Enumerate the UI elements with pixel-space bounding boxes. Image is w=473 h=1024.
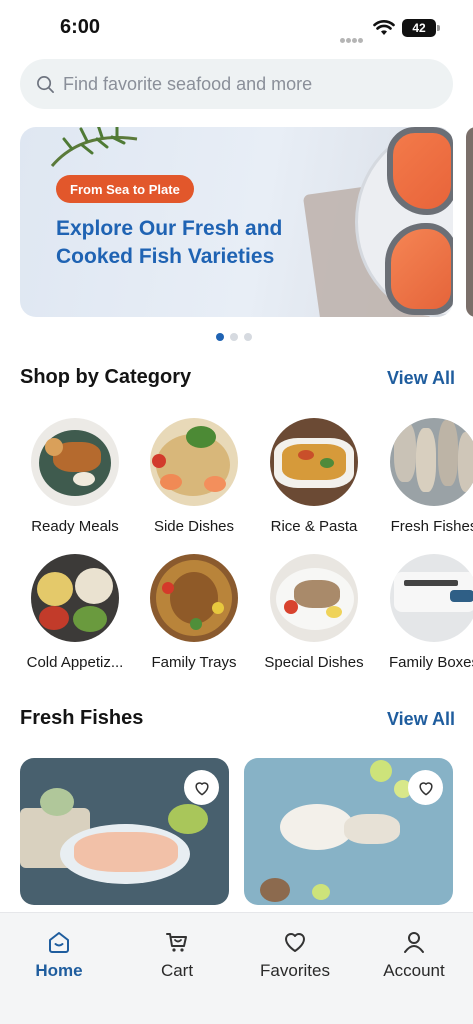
banner-tag: From Sea to Plate bbox=[56, 175, 194, 203]
category-label: Family Trays bbox=[151, 654, 237, 671]
category-label: Family Boxes bbox=[388, 654, 473, 671]
salmon-steak-image bbox=[385, 223, 453, 315]
tab-cart[interactable]: Cart bbox=[122, 929, 232, 981]
category-family-boxes[interactable]: Family Boxes bbox=[374, 554, 473, 671]
section-title-fresh-fishes: Fresh Fishes bbox=[20, 707, 144, 729]
category-image bbox=[390, 554, 473, 642]
heart-icon bbox=[418, 781, 433, 795]
category-label: Fresh Fishes bbox=[390, 518, 473, 535]
status-bar: 6:00 42 bbox=[0, 0, 473, 56]
search-bar[interactable] bbox=[20, 59, 453, 109]
product-card-squid[interactable] bbox=[244, 758, 453, 905]
category-image bbox=[31, 554, 119, 642]
carousel-dot[interactable] bbox=[216, 333, 224, 341]
category-ready-meals[interactable]: Ready Meals bbox=[15, 418, 135, 535]
favorite-button[interactable] bbox=[184, 770, 219, 805]
view-all-fresh-fishes-link[interactable]: View All bbox=[387, 709, 455, 730]
tab-label: Account bbox=[383, 961, 445, 980]
status-time: 6:00 bbox=[60, 16, 101, 38]
wifi-icon bbox=[373, 20, 395, 35]
tab-favorites[interactable]: Favorites bbox=[240, 929, 350, 981]
battery-cap bbox=[437, 25, 440, 31]
cellular-signal-icon bbox=[340, 30, 366, 43]
banner-title: Explore Our Fresh and Cooked Fish Variet… bbox=[56, 217, 283, 268]
category-fresh-fishes[interactable]: Fresh Fishes bbox=[374, 418, 473, 535]
tab-account[interactable]: Account bbox=[359, 929, 469, 981]
cart-icon bbox=[166, 933, 187, 952]
category-image bbox=[31, 418, 119, 506]
category-side-dishes[interactable]: Side Dishes bbox=[134, 418, 254, 535]
category-label: Ready Meals bbox=[31, 518, 119, 535]
category-image bbox=[150, 554, 238, 642]
category-family-trays[interactable]: Family Trays bbox=[134, 554, 254, 671]
carousel-dot[interactable] bbox=[244, 333, 252, 341]
next-banner-peek[interactable] bbox=[466, 127, 473, 317]
category-cold-appetizers[interactable]: Cold Appetiz... bbox=[15, 554, 135, 671]
category-image bbox=[150, 418, 238, 506]
tab-label: Favorites bbox=[260, 961, 330, 980]
category-label: Cold Appetiz... bbox=[26, 654, 124, 671]
favorite-button[interactable] bbox=[408, 770, 443, 805]
category-image bbox=[390, 418, 473, 506]
rosemary-decoration bbox=[50, 127, 138, 167]
search-icon bbox=[37, 75, 54, 93]
view-all-categories-link[interactable]: View All bbox=[387, 368, 455, 389]
category-label: Special Dishes bbox=[264, 654, 364, 671]
tab-label: Cart bbox=[160, 961, 194, 980]
salmon-steak-image bbox=[387, 127, 453, 215]
tab-label: Home bbox=[35, 961, 83, 980]
section-title-categories: Shop by Category bbox=[20, 366, 192, 388]
category-label: Side Dishes bbox=[153, 518, 235, 535]
bottom-tab-bar: Home Cart Favorites Account bbox=[0, 912, 473, 1024]
heart-icon bbox=[194, 781, 209, 795]
user-icon bbox=[404, 932, 424, 953]
tab-home[interactable]: Home bbox=[4, 929, 114, 981]
home-icon bbox=[49, 932, 69, 953]
category-label: Rice & Pasta bbox=[270, 518, 358, 535]
category-image bbox=[270, 418, 358, 506]
category-rice-pasta[interactable]: Rice & Pasta bbox=[254, 418, 374, 535]
carousel-dot[interactable] bbox=[230, 333, 238, 341]
carousel-indicator bbox=[216, 333, 252, 342]
category-special-dishes[interactable]: Special Dishes bbox=[254, 554, 374, 671]
product-card-fish-fillet[interactable] bbox=[20, 758, 229, 905]
battery-icon: 42 bbox=[402, 19, 436, 37]
promo-banner[interactable]: From Sea to Plate Explore Our Fresh and … bbox=[20, 127, 453, 317]
heart-icon bbox=[285, 933, 305, 952]
search-input[interactable] bbox=[63, 73, 423, 95]
category-image bbox=[270, 554, 358, 642]
